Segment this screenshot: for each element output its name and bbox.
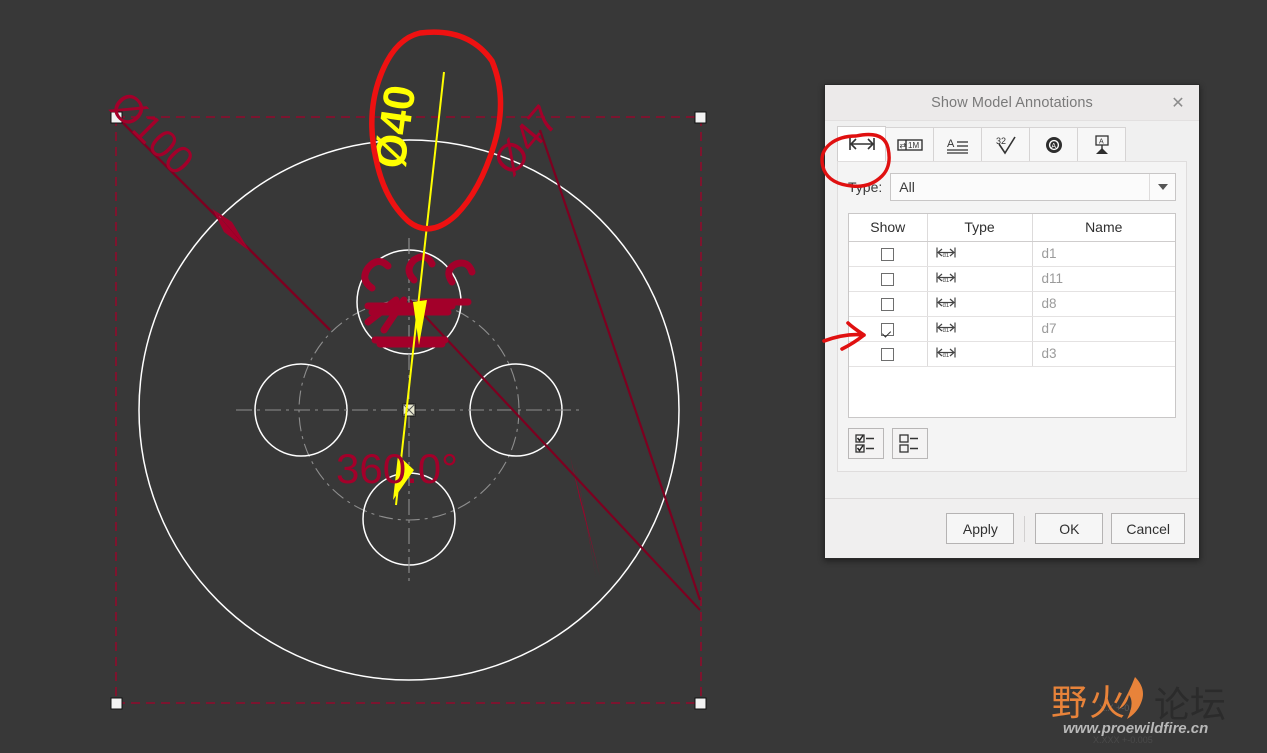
type-select-value: All — [899, 179, 915, 195]
annotation-name-cell[interactable]: d11 — [1032, 266, 1175, 292]
column-header-name[interactable]: Name — [1032, 214, 1175, 242]
type-icon-cell: d1 — [927, 266, 1033, 292]
svg-text:d1: d1 — [942, 303, 949, 309]
apply-button[interactable]: Apply — [946, 513, 1015, 544]
type-filter-row: Type: All — [848, 171, 1176, 203]
geometric-tolerance-icon: ⇄ 1M — [896, 138, 923, 151]
symbol-icon: A — [1045, 136, 1062, 153]
tab-datum[interactable]: A — [1077, 127, 1126, 161]
show-checkbox-cell[interactable] — [849, 316, 928, 342]
dimension-icon: d1 — [935, 247, 956, 259]
dimension-icon: d1 — [935, 272, 956, 284]
type-label: Type: — [848, 179, 883, 195]
filter-and-list-pane: Type: All Show Type Name d1 d1 d1 d11 d1… — [837, 161, 1187, 472]
note-icon: A — [946, 138, 968, 154]
tab-surface-finish[interactable]: 32 — [981, 127, 1030, 161]
watermark-cn-text: 野 — [1051, 683, 1087, 724]
annotation-name-cell[interactable]: d7 — [1032, 316, 1175, 342]
checkbox-checked[interactable] — [881, 322, 895, 336]
dialog-body: ⇄ 1M A 32 A A Type: All Show Type Name d… — [825, 121, 1199, 498]
tab-geometric-tolerance[interactable]: ⇄ 1M — [885, 127, 934, 161]
select-all-icon — [855, 433, 874, 453]
type-icon-cell: d1 — [927, 316, 1033, 342]
svg-text:d1: d1 — [942, 328, 949, 334]
table-row[interactable]: d1 d8 — [849, 291, 1175, 317]
dialog-title: Show Model Annotations — [931, 94, 1093, 111]
type-select[interactable]: All — [890, 173, 1176, 201]
deselect-all-button[interactable] — [892, 428, 928, 459]
checkbox-unchecked[interactable] — [881, 272, 895, 286]
tab-note[interactable]: A — [933, 127, 982, 161]
annotations-table: Show Type Name d1 d1 d1 d11 d1 d8 d1 d7 d1 d3 — [849, 214, 1175, 367]
cancel-button[interactable]: Cancel — [1111, 513, 1185, 544]
tab-symbol[interactable]: A — [1029, 127, 1078, 161]
svg-text:A: A — [1099, 138, 1104, 145]
footer-divider — [1024, 515, 1026, 542]
type-icon-cell: d1 — [927, 241, 1033, 267]
svg-text:d1: d1 — [942, 353, 949, 359]
table-row[interactable]: d1 d3 — [849, 341, 1175, 367]
checkbox-unchecked[interactable] — [881, 297, 895, 311]
column-header-show[interactable]: Show — [849, 214, 928, 242]
show-checkbox-cell[interactable] — [849, 341, 928, 367]
show-checkbox-cell[interactable] — [849, 266, 928, 292]
surface-finish-icon: 32 — [996, 136, 1016, 154]
dim-text-angle360[interactable]: 360.0° — [336, 445, 458, 492]
dialog-footer: Apply OK Cancel — [825, 498, 1199, 558]
svg-text:A: A — [947, 138, 955, 150]
select-all-button[interactable] — [848, 428, 884, 459]
checkbox-unchecked[interactable] — [881, 347, 895, 361]
dimension-icon — [848, 138, 875, 150]
annotation-name-cell[interactable]: d3 — [1032, 341, 1175, 367]
annotations-list[interactable]: Show Type Name d1 d1 d1 d11 d1 d8 d1 d7 d1 d3 — [848, 213, 1176, 418]
dim-leader-dia47[interactable] — [538, 129, 702, 601]
annotation-name-cell[interactable]: d8 — [1032, 291, 1175, 317]
dimension-icon: d1 — [935, 297, 956, 309]
watermark: X.X +-0.1 野 火 论坛 www.proewildfire.cn X.X… — [1051, 677, 1226, 745]
chevron-down-icon[interactable] — [1149, 174, 1175, 200]
dimension-icon: d1 — [935, 322, 956, 334]
type-icon-cell: d1 — [927, 341, 1033, 367]
svg-text:A: A — [1051, 143, 1056, 150]
column-header-type[interactable]: Type — [927, 214, 1033, 242]
svg-text:1M: 1M — [908, 141, 919, 150]
ok-button[interactable]: OK — [1035, 513, 1104, 544]
annotation-type-tabs[interactable]: ⇄ 1M A 32 A A — [837, 125, 1187, 161]
datum-icon: A — [1094, 134, 1109, 154]
type-icon-cell: d1 — [927, 291, 1033, 317]
annotation-name-cell[interactable]: d1 — [1032, 241, 1175, 267]
dim-text-dia100[interactable]: Ø100 — [102, 83, 202, 183]
table-row[interactable]: d1 d11 — [849, 266, 1175, 292]
close-icon[interactable]: ✕ — [1165, 91, 1191, 115]
tab-dimension[interactable] — [837, 126, 886, 161]
dialog-titlebar: Show Model Annotations ✕ — [825, 85, 1199, 121]
list-action-buttons — [848, 428, 1176, 459]
table-row[interactable]: d1 d1 — [849, 241, 1175, 267]
svg-text:d1: d1 — [942, 253, 949, 259]
table-header-row: Show Type Name — [849, 214, 1175, 242]
svg-text:⇄: ⇄ — [899, 141, 906, 150]
show-checkbox-cell[interactable] — [849, 291, 928, 317]
dimension-icon: d1 — [935, 347, 956, 359]
watermark-cn-text-2: 火 — [1089, 683, 1125, 724]
watermark-tolerance-2: X.XXX +-0.005 — [1093, 735, 1153, 745]
svg-text:d1: d1 — [942, 278, 949, 284]
deselect-all-icon — [899, 433, 918, 453]
show-model-annotations-dialog[interactable]: Show Model Annotations ✕ ⇄ 1M A 32 A A T… — [824, 84, 1200, 559]
table-row[interactable]: d1 d7 — [849, 316, 1175, 342]
checkbox-unchecked[interactable] — [881, 247, 895, 261]
svg-text:32: 32 — [996, 136, 1006, 146]
show-checkbox-cell[interactable] — [849, 241, 928, 267]
